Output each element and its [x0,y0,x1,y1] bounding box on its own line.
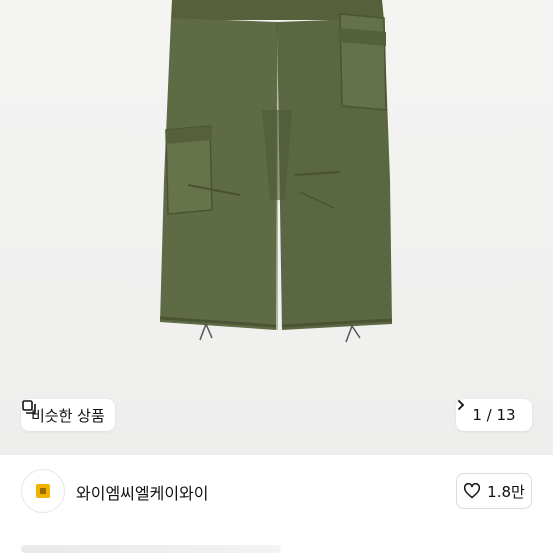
cargo-pants-illustration [159,0,393,343]
like-button[interactable]: 1.8만 [456,473,532,509]
seller-avatar[interactable] [21,469,65,513]
seller-name[interactable]: 와이엠씨엘케이와이 [76,480,208,504]
partial-content-row [21,545,281,553]
seller-row: 와이엠씨엘케이와이 1.8만 [0,455,553,530]
chevron-right-icon [458,400,465,410]
image-counter-text: 1 / 13 [472,406,516,424]
heart-outline-icon [464,483,481,499]
image-counter-button[interactable]: 1 / 13 [456,399,532,431]
store-logo-icon [36,484,50,498]
product-image[interactable]: 비슷한 상품 1 / 13 [0,0,553,455]
similar-items-label: 비슷한 상품 [31,406,105,425]
like-count: 1.8만 [487,482,525,501]
similar-items-icon [22,400,36,414]
similar-items-button[interactable]: 비슷한 상품 [21,399,115,431]
